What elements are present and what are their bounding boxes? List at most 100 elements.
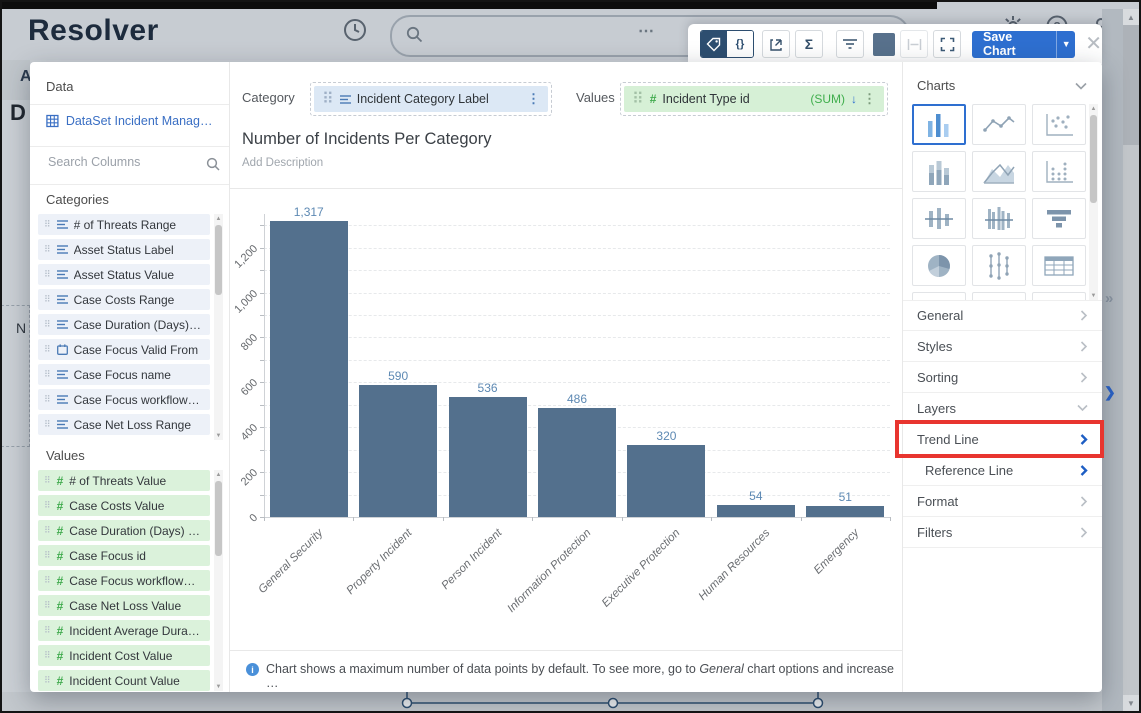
grouped-bar-line-chart-tile[interactable] [972,198,1026,239]
drag-handle-icon[interactable]: ⠿ [44,395,51,404]
category-pill[interactable]: ⠿ Incident Category Label ⋮ [314,86,548,112]
close-icon[interactable]: ✕ [1085,34,1102,54]
category-field-item[interactable]: ⠿ Asset Status Label [38,239,210,260]
search-columns-input[interactable] [46,154,200,170]
drag-handle-icon[interactable]: ⠿ [44,501,51,510]
section-trend-line[interactable]: Trend Line [895,420,1104,458]
chevron-right-icon[interactable] [1080,340,1088,352]
drag-handle-icon[interactable]: ⠿ [44,651,51,660]
chevron-down-icon[interactable] [1075,82,1087,90]
category-drop-slot[interactable]: ⠿ Incident Category Label ⋮ [310,82,552,116]
values-scrollbar[interactable]: ▲ ▼ [214,470,223,691]
partial-tile-tile[interactable] [1032,292,1086,300]
chevron-right-icon[interactable] [1080,495,1088,507]
drag-handle-icon[interactable]: ⠿ [44,576,51,585]
table-chart-tile[interactable] [1032,245,1086,286]
chart-title[interactable]: Number of Incidents Per Category [242,130,491,149]
chevron-right-icon[interactable] [1080,433,1088,445]
category-field-item[interactable]: ⠿ # of Threats Range [38,214,210,235]
scrollbar-thumb[interactable] [1090,115,1097,203]
page-scrollbar-thumb[interactable] [1123,25,1139,145]
category-field-item[interactable]: ⠿ Case Duration (Days) … [38,314,210,335]
drag-handle-icon[interactable]: ⠿ [322,89,334,109]
drag-handle-icon[interactable]: ⠿ [44,676,51,685]
value-field-item[interactable]: ⠿ # # of Threats Value [38,470,210,491]
bar[interactable] [716,504,795,517]
dot-column-chart-tile[interactable] [1032,151,1086,192]
values-drop-slot[interactable]: ⠿ # Incident Type id (SUM) ↓ ⋮ [620,82,888,116]
chevron-right-icon[interactable] [1080,464,1088,476]
drag-handle-icon[interactable]: ⠿ [632,89,644,109]
value-field-item[interactable]: ⠿ # Case Duration (Days) … [38,520,210,541]
bar[interactable] [269,221,348,517]
partial-tile-tile[interactable] [912,292,966,300]
chevron-right-icon[interactable] [1080,526,1088,538]
bar[interactable] [538,407,616,517]
category-field-item[interactable]: ⠿ Case Focus name [38,364,210,385]
area-chart-tile[interactable] [972,151,1026,192]
scatter-chart-tile[interactable] [1032,104,1086,145]
category-field-item[interactable]: ⠿ Case Costs Range [38,289,210,310]
save-chart-button[interactable]: Save Chart ▼ [972,30,1076,58]
drag-handle-icon[interactable]: ⠿ [44,601,51,610]
scroll-down-icon[interactable]: ▼ [1089,291,1098,300]
chart-type-scrollbar[interactable]: ▲ ▼ [1089,104,1098,300]
expand-panel-icon[interactable]: » [1105,290,1113,307]
label-tag-icon[interactable] [701,31,727,57]
pill-menu-icon[interactable]: ⋮ [527,91,540,107]
section-sorting[interactable]: Sorting [903,362,1102,393]
scroll-down-icon[interactable]: ▼ [214,431,223,440]
drag-handle-icon[interactable]: ⠿ [44,220,51,229]
drag-handle-icon[interactable]: ⠿ [44,526,51,535]
scrollbar-thumb[interactable] [215,225,222,295]
section-filters[interactable]: Filters [903,517,1102,548]
scroll-up-icon[interactable]: ▲ [214,470,223,479]
drag-handle-icon[interactable]: ⠿ [44,476,51,485]
category-field-item[interactable]: ⠿ Asset Status Value [38,264,210,285]
drag-handle-icon[interactable]: ⠿ [44,320,51,329]
category-field-item[interactable]: ⠿ Case Focus workflow… [38,389,210,410]
drag-handle-icon[interactable]: ⠿ [44,295,51,304]
bar[interactable] [627,445,706,517]
scrollbar-thumb[interactable] [215,481,222,556]
drag-handle-icon[interactable]: ⠿ [44,245,51,254]
scroll-up-icon[interactable]: ▲ [214,214,223,223]
section-layers[interactable]: Layers [903,393,1102,424]
drag-handle-icon[interactable]: ⠿ [44,420,51,429]
bar[interactable] [359,384,438,517]
save-options-caret-icon[interactable]: ▼ [1056,30,1075,58]
pie-chart-tile[interactable] [912,245,966,286]
value-field-item[interactable]: ⠿ # Incident Count Value [38,670,210,691]
search-columns-icon[interactable] [206,157,220,171]
fullscreen-icon[interactable] [933,30,961,58]
value-field-item[interactable]: ⠿ # Incident Average Dura… [38,620,210,641]
drag-handle-icon[interactable]: ⠿ [44,626,51,635]
drag-handle-icon[interactable]: ⠿ [44,345,51,354]
clock-icon[interactable] [343,18,367,47]
section-general[interactable]: General [903,300,1102,331]
bar[interactable] [806,505,885,517]
panel-chevron-icon[interactable]: ❯ [1104,384,1116,401]
drag-handle-icon[interactable]: ⠿ [44,370,51,379]
value-field-item[interactable]: ⠿ # Case Costs Value [38,495,210,516]
bar[interactable] [448,396,527,517]
add-description-placeholder[interactable]: Add Description [242,157,323,169]
sum-aggregate-icon[interactable]: Σ [794,30,823,58]
chevron-right-icon[interactable] [1080,310,1088,321]
category-field-item[interactable]: ⠿ Case Net Loss Range [38,414,210,435]
funnel-chart-tile[interactable] [1032,198,1086,239]
drag-handle-icon[interactable]: ⠿ [44,270,51,279]
braces-icon[interactable]: {} [726,31,753,57]
value-field-item[interactable]: ⠿ # Case Focus workflow… [38,570,210,591]
range-dot-chart-tile[interactable] [972,245,1026,286]
histogram-chart-tile[interactable] [912,151,966,192]
section-format[interactable]: Format [903,486,1102,517]
section-styles[interactable]: Styles [903,331,1102,362]
scroll-down-icon[interactable]: ▼ [214,682,223,691]
value-field-item[interactable]: ⠿ # Case Net Loss Value [38,595,210,616]
value-field-item[interactable]: ⠿ # Case Focus id [38,545,210,566]
value-field-item[interactable]: ⠿ # Incident Cost Value [38,645,210,666]
scroll-up-icon[interactable]: ▲ [1123,9,1139,25]
chart-color-swatch[interactable] [872,32,896,56]
partial-tile-tile[interactable] [972,292,1026,300]
